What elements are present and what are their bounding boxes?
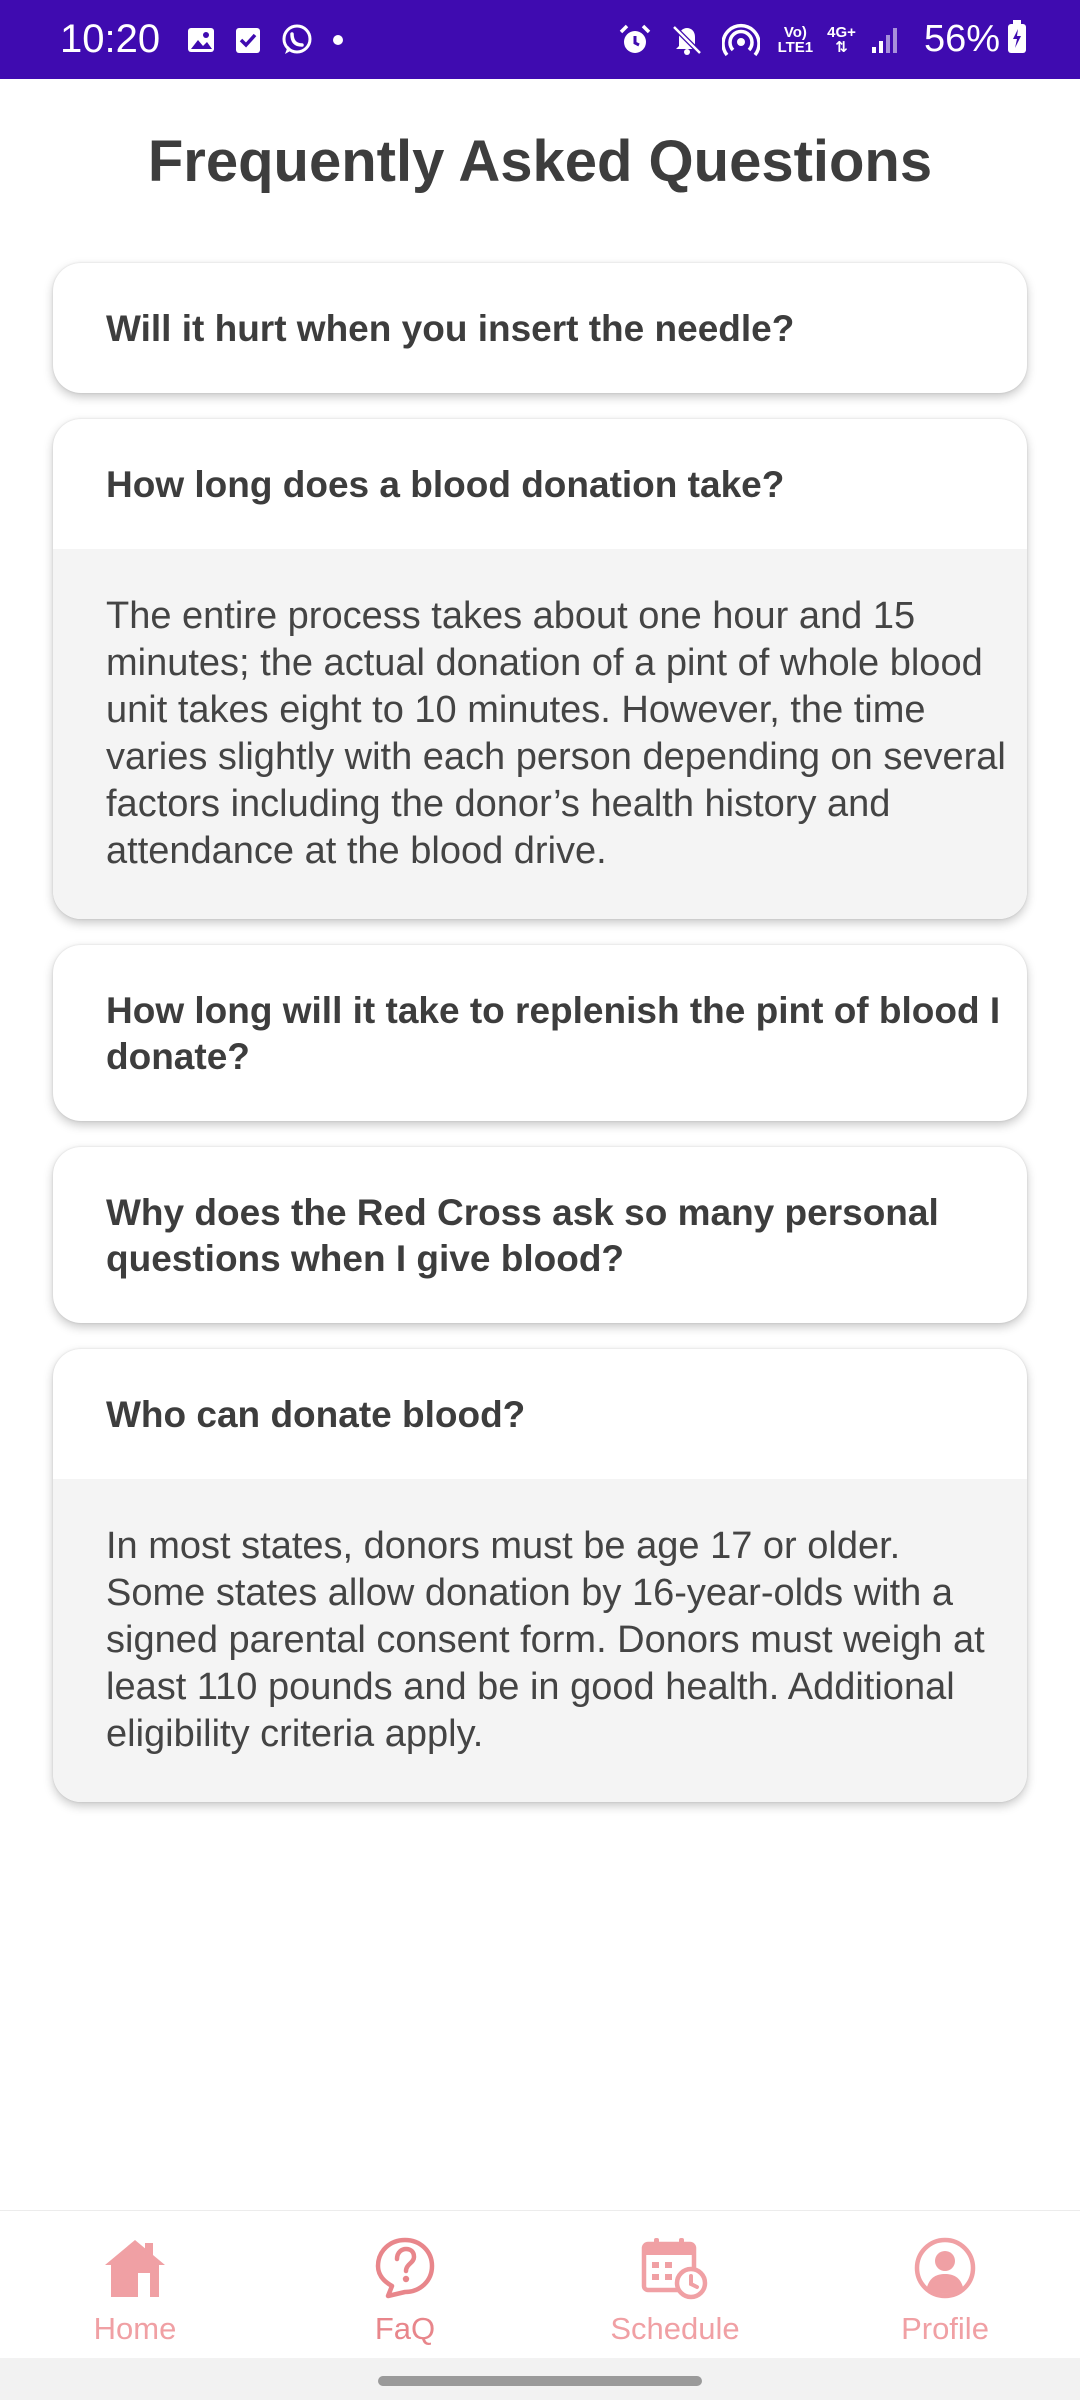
page-title: Frequently Asked Questions (147, 129, 933, 194)
status-time: 10:20 (60, 17, 161, 61)
faq-answer: The entire process takes about one hour … (53, 549, 1027, 919)
faq-question[interactable]: Who can donate blood? (53, 1349, 1027, 1479)
bottom-nav: Home FaQ Schedule Profile (0, 2210, 1080, 2358)
whatsapp-icon (280, 23, 314, 57)
nav-label-profile: Profile (901, 2311, 989, 2346)
faq-list: Will it hurt when you insert the needle?… (53, 263, 1027, 1828)
faq-item[interactable]: Why does the Red Cross ask so many perso… (53, 1147, 1027, 1323)
nav-item-faq[interactable]: FaQ (270, 2211, 540, 2358)
nav-item-profile[interactable]: Profile (810, 2211, 1080, 2358)
faq-item[interactable]: Who can donate blood? In most states, do… (53, 1349, 1027, 1802)
task-check-icon (234, 25, 262, 55)
battery-charging-icon (1006, 20, 1028, 59)
network-gen-label: 4G+ ⇅ (827, 23, 856, 56)
nav-item-schedule[interactable]: Schedule (540, 2211, 810, 2358)
faq-question[interactable]: How long will it take to replenish the p… (53, 945, 1027, 1121)
nav-label-home: Home (93, 2311, 177, 2346)
faq-question[interactable]: Why does the Red Cross ask so many perso… (53, 1147, 1027, 1323)
alarm-icon (618, 23, 652, 57)
gallery-icon (186, 25, 216, 55)
home-gesture-bar[interactable] (378, 2376, 702, 2386)
faq-question[interactable]: Will it hurt when you insert the needle? (53, 263, 1027, 393)
nav-label-faq: FaQ (374, 2311, 436, 2346)
faq-item[interactable]: How long will it take to replenish the p… (53, 945, 1027, 1121)
faq-answer: In most states, donors must be age 17 or… (53, 1479, 1027, 1802)
hotspot-icon (721, 22, 760, 58)
faq-item[interactable]: How long does a blood donation take? The… (53, 419, 1027, 919)
signal-icon (870, 25, 900, 55)
faq-question[interactable]: How long does a blood donation take? (53, 419, 1027, 549)
gesture-area (0, 2358, 1080, 2400)
nav-item-home[interactable]: Home (0, 2211, 270, 2358)
network-label: Vo) LTE1 (777, 23, 814, 56)
profile-icon (914, 2235, 976, 2301)
question-icon (374, 2235, 436, 2301)
faq-item[interactable]: Will it hurt when you insert the needle? (53, 263, 1027, 393)
status-bar: 10:20 Vo) LTE1 4G+ ⇅ 56% (0, 0, 1080, 79)
home-icon (102, 2235, 168, 2301)
nav-label-schedule: Schedule (610, 2311, 740, 2346)
mute-icon (670, 23, 704, 57)
battery-percent: 56% (923, 18, 1000, 60)
notification-dot-icon (332, 34, 344, 46)
calendar-clock-icon (641, 2235, 709, 2301)
